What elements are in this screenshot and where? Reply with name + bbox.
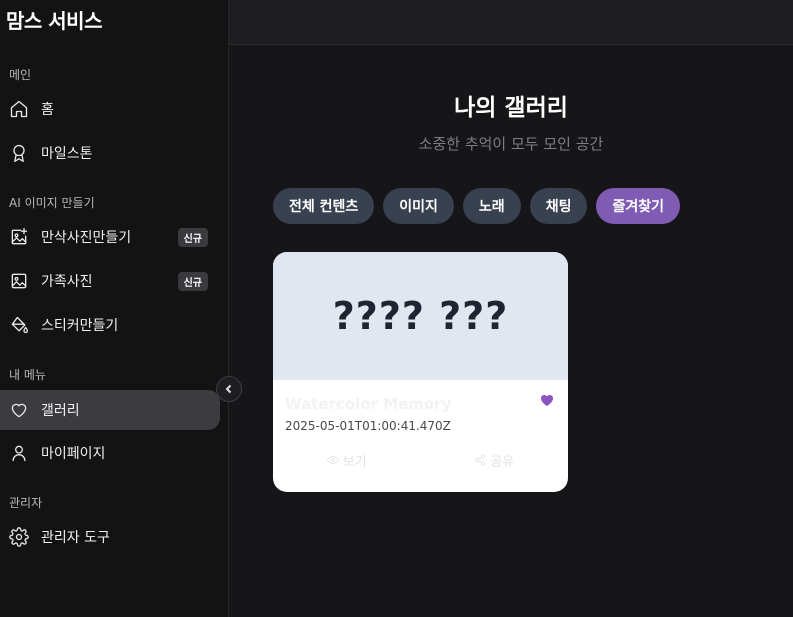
sidebar-item-label: 만삭사진만들기 <box>41 230 132 246</box>
tab-images[interactable]: 이미지 <box>383 188 454 224</box>
tab-all-content[interactable]: 전체 컨텐츠 <box>273 188 375 224</box>
sidebar-item-home[interactable]: 홈 <box>0 89 220 129</box>
page-subtitle: 소중한 추억이 모두 모인 공간 <box>418 135 604 153</box>
gallery-card[interactable]: ???? ??? Watercolor Memory 2025-05-01T01… <box>273 252 568 492</box>
sidebar-item-family-photo[interactable]: 가족사진 신규 <box>0 261 220 301</box>
card-date: 2025-05-01T01:00:41.470Z <box>285 419 451 433</box>
user-icon <box>9 443 29 463</box>
app-brand[interactable]: 맘스 서비스 <box>6 5 102 34</box>
filter-tabs: 전체 컨텐츠 이미지 노래 채팅 즐겨찾기 <box>273 188 680 224</box>
card-title: Watercolor Memory <box>285 395 452 413</box>
section-label-ai: AI 이미지 만들기 <box>9 196 95 210</box>
gallery-main: 나의 갤러리 소중한 추억이 모두 모인 공간 전체 컨텐츠 이미지 노래 채팅… <box>229 46 793 617</box>
sidebar: 맘스 서비스 메인 홈 마일스톤 AI 이미지 만들기 만삭사진만들기 신규 가… <box>0 0 229 617</box>
sidebar-item-maternity-photo[interactable]: 만삭사진만들기 신규 <box>0 217 220 257</box>
sidebar-item-gallery[interactable]: 갤러리 <box>0 390 220 430</box>
gear-icon <box>9 527 29 547</box>
sidebar-item-label: 가족사진 <box>41 274 93 290</box>
sidebar-item-label: 홈 <box>41 102 54 118</box>
sidebar-item-mypage[interactable]: 마이페이지 <box>0 433 220 473</box>
sidebar-item-label: 마일스톤 <box>41 146 93 162</box>
share-button[interactable]: 공유 <box>421 448 569 472</box>
section-label-my: 내 메뉴 <box>9 368 46 382</box>
tab-favorites[interactable]: 즐겨찾기 <box>596 188 680 224</box>
sidebar-item-sticker[interactable]: 스티커만들기 <box>0 305 220 345</box>
view-button-label: 보기 <box>342 454 367 470</box>
new-badge: 신규 <box>177 272 208 291</box>
tab-songs[interactable]: 노래 <box>462 188 521 224</box>
home-icon <box>9 99 29 119</box>
sidebar-item-label: 마이페이지 <box>41 446 106 462</box>
top-bar <box>229 0 793 45</box>
sidebar-item-label: 관리자 도구 <box>41 530 110 546</box>
eye-icon <box>326 456 339 464</box>
sidebar-item-label: 갤러리 <box>41 403 80 419</box>
new-badge: 신규 <box>177 228 208 247</box>
paint-bucket-icon <box>9 315 29 335</box>
image-plus-icon <box>9 227 29 247</box>
tab-chat[interactable]: 채팅 <box>529 188 588 224</box>
section-label-main: 메인 <box>9 68 32 82</box>
share-button-label: 공유 <box>490 454 515 470</box>
sidebar-item-milestone[interactable]: 마일스톤 <box>0 133 220 173</box>
share-icon <box>475 454 486 466</box>
sidebar-item-admin-tools[interactable]: 관리자 도구 <box>0 517 220 557</box>
heart-icon <box>9 400 29 420</box>
page-title: 나의 갤러리 <box>454 95 568 121</box>
image-icon <box>9 271 29 291</box>
award-icon <box>9 143 29 163</box>
thumbnail-placeholder-text: ???? ??? <box>332 294 509 338</box>
section-label-admin: 관리자 <box>9 496 43 510</box>
card-thumbnail[interactable]: ???? ??? <box>273 252 568 380</box>
favorite-heart-icon[interactable] <box>539 392 555 408</box>
card-actions: 보기 공유 <box>273 448 568 472</box>
sidebar-item-label: 스티커만들기 <box>41 318 119 334</box>
view-button[interactable]: 보기 <box>273 448 421 472</box>
